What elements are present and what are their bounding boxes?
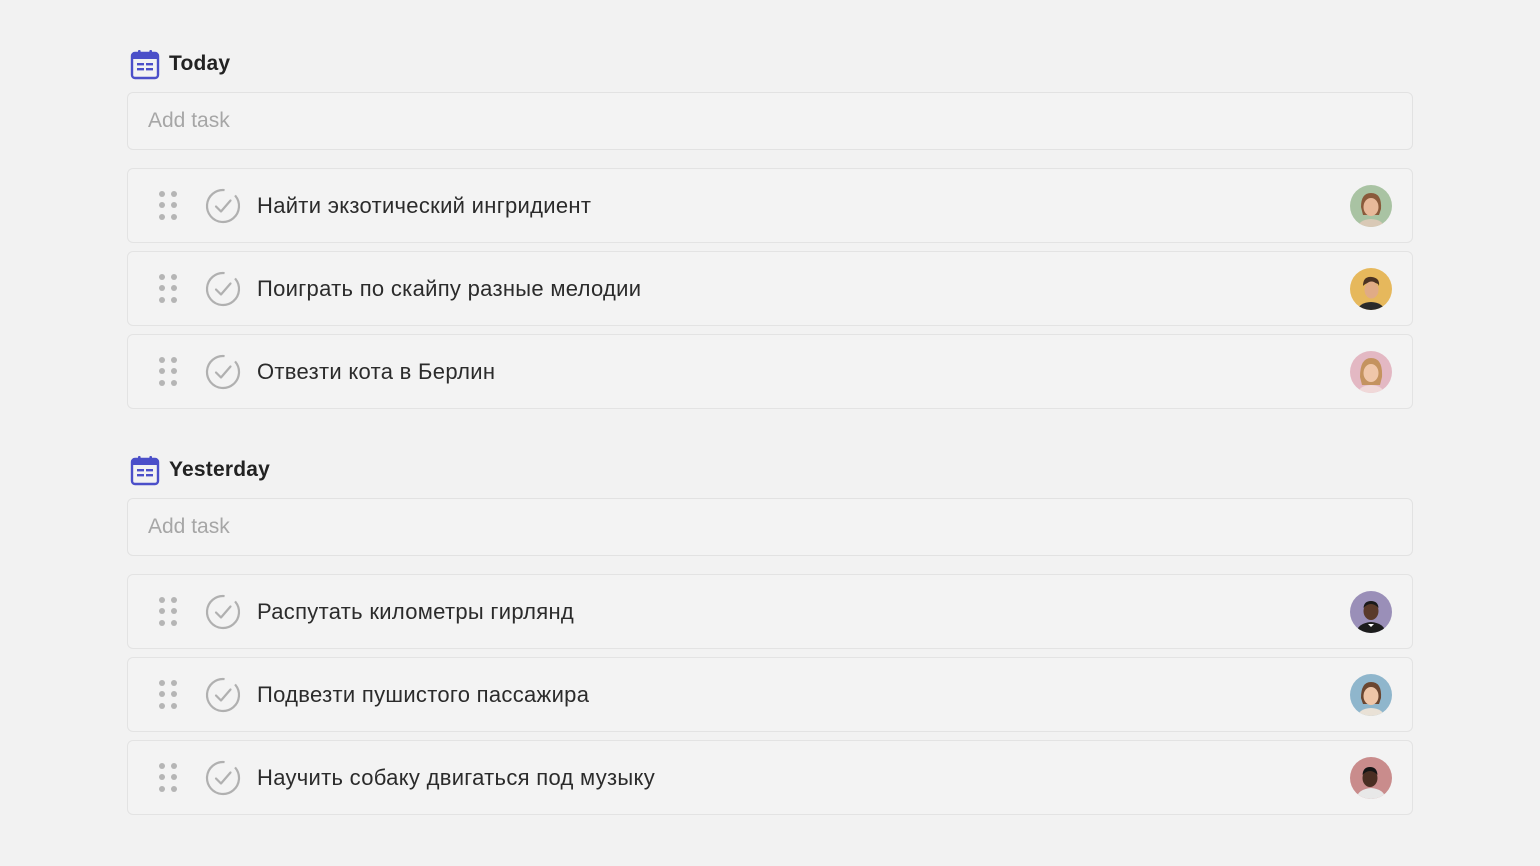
task-row[interactable]: Распутать километры гирлянд: [127, 574, 1413, 649]
task-title: Отвезти кота в Берлин: [257, 358, 496, 384]
add-task-input[interactable]: [127, 498, 1413, 556]
drag-handle-icon[interactable]: [159, 272, 179, 306]
drag-handle-icon[interactable]: [159, 189, 179, 223]
task-title: Распутать километры гирлянд: [257, 598, 575, 624]
task-list: Распутать километры гирлянд Подвезти пуш…: [127, 574, 1413, 815]
section-header: Today: [129, 44, 1413, 84]
check-circle-icon[interactable]: [205, 677, 241, 713]
check-circle-icon[interactable]: [205, 594, 241, 630]
avatar[interactable]: [1350, 590, 1392, 633]
section-title: Yesterday: [169, 458, 271, 481]
avatar[interactable]: [1350, 184, 1392, 227]
add-task-input[interactable]: [127, 92, 1413, 150]
section-title: Today: [169, 52, 231, 75]
task-board: Today Найти экзотический ингридиент: [0, 0, 1540, 866]
check-circle-icon[interactable]: [205, 271, 241, 307]
drag-handle-icon[interactable]: [159, 595, 179, 629]
section-today: Today Найти экзотический ингридиент: [127, 44, 1413, 417]
avatar[interactable]: [1350, 350, 1392, 393]
task-row[interactable]: Отвезти кота в Берлин: [127, 334, 1413, 409]
check-circle-icon[interactable]: [205, 760, 241, 796]
check-circle-icon[interactable]: [205, 354, 241, 390]
check-circle-icon[interactable]: [205, 188, 241, 224]
task-row[interactable]: Научить собаку двигаться под музыку: [127, 740, 1413, 815]
task-row[interactable]: Поиграть по скайпу разные мелодии: [127, 251, 1413, 326]
task-title: Научить собаку двигаться под музыку: [257, 764, 656, 790]
calendar-icon: [130, 456, 160, 486]
avatar[interactable]: [1350, 756, 1392, 799]
task-list: Найти экзотический ингридиент Поиграть п…: [127, 168, 1413, 409]
calendar-icon: [130, 50, 160, 80]
task-row[interactable]: Найти экзотический ингридиент: [127, 168, 1413, 243]
section-header: Yesterday: [129, 450, 1413, 490]
drag-handle-icon[interactable]: [159, 761, 179, 795]
task-title: Поиграть по скайпу разные мелодии: [257, 275, 642, 301]
avatar[interactable]: [1350, 267, 1392, 310]
drag-handle-icon[interactable]: [159, 678, 179, 712]
drag-handle-icon[interactable]: [159, 355, 179, 389]
task-title: Найти экзотический ингридиент: [257, 192, 592, 218]
task-row[interactable]: Подвезти пушистого пассажира: [127, 657, 1413, 732]
section-yesterday: Yesterday Распутать километры гирлянд: [127, 450, 1413, 823]
avatar[interactable]: [1350, 673, 1392, 716]
task-title: Подвезти пушистого пассажира: [257, 681, 590, 707]
